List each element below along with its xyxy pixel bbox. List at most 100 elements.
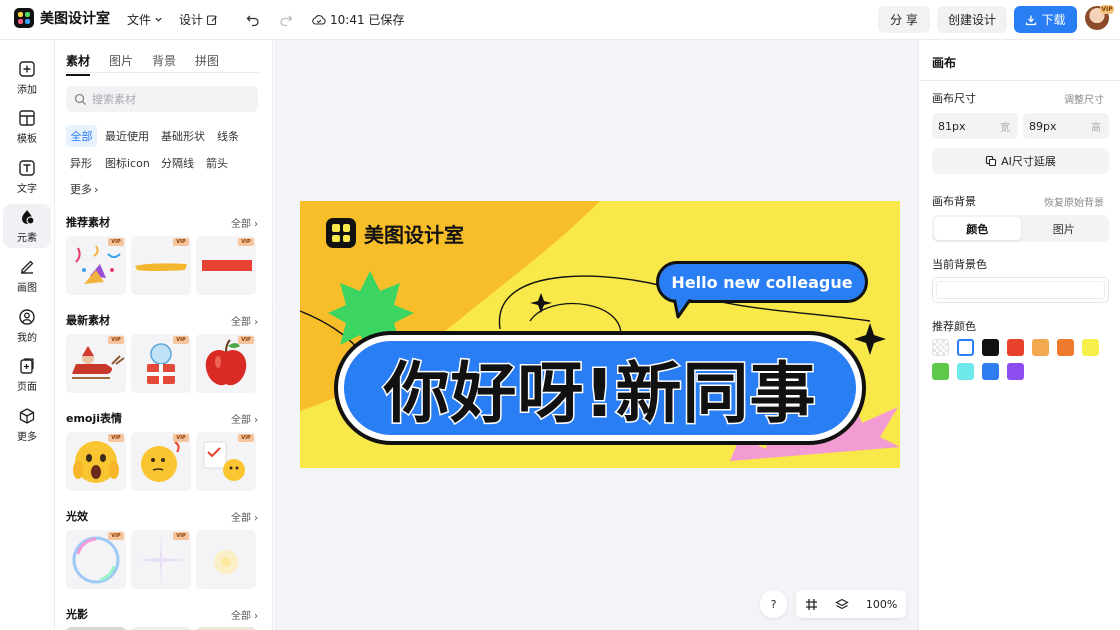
search-box[interactable] [66, 86, 258, 112]
help-button[interactable]: ? [760, 590, 787, 618]
redo-button[interactable] [276, 10, 296, 30]
width-field[interactable]: 81px 宽 [932, 113, 1018, 139]
download-icon [1026, 15, 1037, 25]
chevron-down-icon [155, 17, 162, 22]
material-apple[interactable]: VIP [196, 334, 256, 393]
headline-container[interactable]: 你好呀!新同事 [344, 341, 856, 435]
rail-item-elements[interactable]: 元素 [3, 204, 51, 248]
design-menu[interactable]: 设计 [179, 11, 218, 28]
restore-bg-link[interactable]: 恢复原始背景 [1044, 194, 1104, 209]
adjust-size-link[interactable]: 调整尺寸 [1064, 91, 1104, 106]
more-label: 全部 [231, 317, 251, 328]
design-brand[interactable]: 美图设计室 [326, 218, 464, 248]
vip-badge: VIP [108, 238, 124, 246]
rail-item-text[interactable]: 文字 [3, 155, 51, 199]
swatch-green[interactable] [932, 363, 949, 380]
material-yellow-stroke[interactable]: VIP [131, 236, 191, 295]
share-button[interactable]: 分 享 [878, 6, 930, 33]
create-design-button[interactable]: 创建设计 [937, 6, 1007, 33]
current-bg-color[interactable] [932, 277, 1109, 303]
section-more-light-shadow[interactable]: 全部 › [231, 607, 258, 622]
ai-extend-label: AI尺寸延展 [1001, 155, 1056, 168]
search-input[interactable] [92, 92, 242, 106]
swatch-red[interactable] [1007, 339, 1024, 356]
vip-badge: VIP [238, 238, 254, 246]
section-more-newest[interactable]: 全部 › [231, 313, 258, 328]
vip-badge: VIP [173, 532, 189, 540]
recommended-colors-label: 推荐颜色 [932, 320, 976, 333]
rail-item-template[interactable]: 模板 [3, 105, 51, 149]
swatch-black[interactable] [982, 339, 999, 356]
rail-label: 更多 [17, 432, 37, 443]
vip-badge: VIP [173, 238, 189, 246]
ai-extend-button[interactable]: AI尺寸延展 [932, 148, 1109, 174]
zoom-level[interactable]: 100% [866, 598, 897, 611]
swatch-transparent[interactable] [932, 339, 949, 356]
chip-all[interactable]: 全部 [66, 125, 97, 147]
chip-arrows[interactable]: 箭头 [202, 152, 232, 174]
swatch-yellow[interactable] [1082, 339, 1099, 356]
section-more-recommended[interactable]: 全部 › [231, 215, 258, 230]
rail-item-draw[interactable]: 画图 [3, 254, 51, 298]
bg-tab-color[interactable]: 颜色 [934, 217, 1021, 240]
chip-irregular[interactable]: 异形 [66, 152, 96, 174]
chip-more-label: 更多 [70, 183, 92, 196]
effect-sparkle[interactable]: VIP [131, 530, 191, 589]
chip-dividers[interactable]: 分隔线 [157, 152, 198, 174]
current-bg-label: 当前背景色 [932, 258, 987, 271]
swatch-purple[interactable] [1007, 363, 1024, 380]
shapes-icon [22, 210, 35, 225]
chip-basic-shapes[interactable]: 基础形状 [157, 125, 209, 147]
file-menu[interactable]: 文件 [127, 11, 163, 28]
emoji-thinking[interactable]: VIP [131, 432, 191, 491]
chip-more[interactable]: 更多 › [66, 178, 102, 200]
section-title-light-effects: 光效 [66, 510, 88, 523]
effect-glow[interactable] [196, 530, 256, 589]
rail-label: 文字 [17, 184, 37, 195]
rail-item-mine[interactable]: 我的 [3, 304, 51, 348]
material-sleigh[interactable]: VIP [66, 334, 126, 393]
app-logo[interactable]: 美图设计室 [14, 8, 110, 28]
swatch-cyan[interactable] [957, 363, 974, 380]
download-button[interactable]: 下载 [1014, 6, 1077, 33]
material-gift-globe[interactable]: VIP [131, 334, 191, 393]
emoji-scared[interactable]: VIP [66, 432, 126, 491]
grid-icon[interactable] [805, 598, 818, 611]
height-field[interactable]: 89px 高 [1023, 113, 1109, 139]
artboard[interactable]: 美图设计室 Hello new colleague 你好呀!新同事 [300, 201, 900, 468]
ai-resize-icon [986, 155, 997, 167]
section-title-recommended: 推荐素材 [66, 216, 110, 229]
speech-bubble-text: Hello new colleague [671, 272, 853, 292]
emoji-checklist[interactable]: VIP [196, 432, 256, 491]
save-status-text: 10:41 已保存 [330, 13, 405, 27]
rail-label: 元素 [17, 233, 37, 244]
chip-lines[interactable]: 线条 [213, 125, 243, 147]
rail-label: 模板 [17, 134, 37, 145]
file-menu-label: 文件 [127, 13, 152, 27]
glow-effect [214, 550, 238, 574]
vip-badge: VIP [173, 336, 189, 344]
width-value: 81px [938, 119, 966, 133]
design-menu-label: 设计 [179, 13, 204, 27]
rail-item-more[interactable]: 更多 [3, 403, 51, 447]
rail-item-pages[interactable]: 页面 [3, 353, 51, 397]
section-more-emoji[interactable]: 全部 › [231, 411, 258, 426]
swatch-orange[interactable] [1057, 339, 1074, 356]
swatch-blue[interactable] [982, 363, 999, 380]
material-red-bar[interactable]: VIP [196, 236, 256, 295]
undo-button[interactable] [243, 10, 263, 30]
layers-icon[interactable] [834, 598, 849, 611]
rail-item-add[interactable]: 添加 [3, 56, 51, 100]
rail-label: 页面 [17, 382, 37, 393]
effect-bubble[interactable]: VIP [66, 530, 126, 589]
bg-tab-image[interactable]: 图片 [1021, 217, 1108, 240]
material-party-popper[interactable]: VIP [66, 236, 126, 295]
tabs-divider [66, 72, 259, 73]
section-more-light-effects[interactable]: 全部 › [231, 509, 258, 524]
chip-icons[interactable]: 图标icon [101, 152, 154, 174]
chip-recent[interactable]: 最近使用 [101, 125, 153, 147]
swatch-white[interactable] [957, 339, 974, 356]
swatch-light-orange[interactable] [1032, 339, 1049, 356]
avatar-vip-badge: VIP [1100, 5, 1114, 14]
page-add-icon [20, 358, 34, 374]
